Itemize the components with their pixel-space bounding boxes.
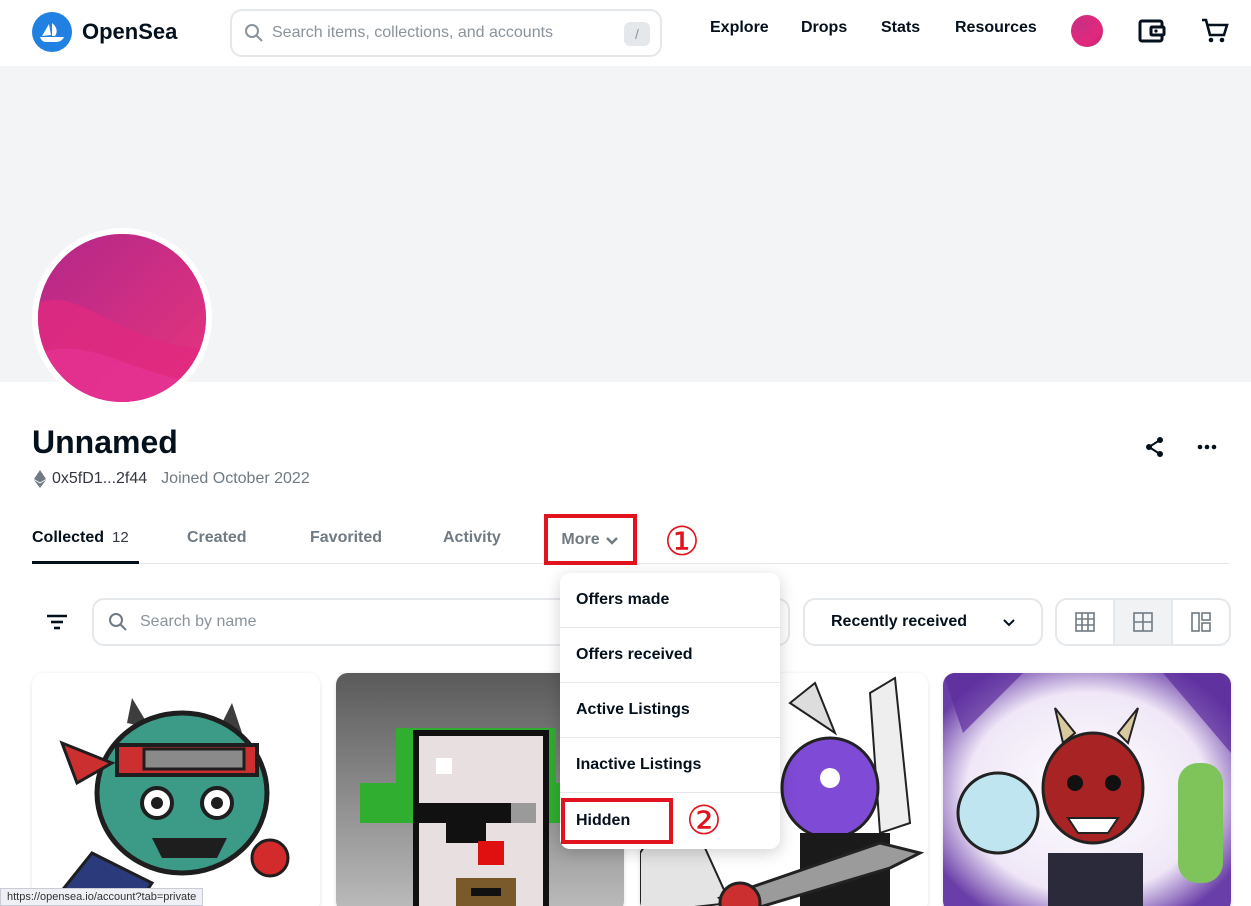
tab-collected-label: Collected: [32, 529, 105, 546]
mosaic-view-button[interactable]: [1173, 600, 1229, 644]
tab-activity[interactable]: Activity: [443, 529, 501, 547]
nft-card[interactable]: [943, 673, 1231, 906]
annotation-step-1: ①: [664, 520, 700, 564]
wallet-address[interactable]: 0x5fD1...2f44: [52, 470, 147, 488]
nft-image-oni-mask: [943, 673, 1231, 906]
grid-large-view-button[interactable]: [1057, 600, 1115, 644]
sort-label: Recently received: [831, 613, 968, 630]
tab-more-label: More: [561, 530, 600, 548]
opensea-logo[interactable]: OpenSea: [32, 12, 177, 52]
profile-name: Unnamed: [32, 424, 178, 460]
grid-medium-view-button[interactable]: [1115, 600, 1173, 644]
wallet-icon[interactable]: [1137, 16, 1167, 46]
menu-item-offers-received[interactable]: Offers received: [560, 628, 780, 683]
browser-status-url: https://opensea.io/account?tab=private: [0, 888, 204, 906]
search-icon: [245, 24, 263, 42]
search-shortcut-key: /: [624, 22, 650, 46]
tab-collected[interactable]: Collected 12: [32, 529, 129, 547]
search-placeholder: Search items, collections, and accounts: [272, 24, 554, 41]
menu-item-inactive-listings[interactable]: Inactive Listings: [560, 738, 780, 793]
annotation-step-2: ②: [686, 799, 722, 843]
nft-card[interactable]: [32, 673, 320, 906]
search-icon: [109, 613, 127, 631]
ethereum-icon: [34, 470, 46, 488]
more-options-icon[interactable]: [1195, 435, 1219, 459]
search-by-name-placeholder: Search by name: [140, 613, 257, 630]
annotation-highlight-hidden: [561, 798, 673, 844]
tab-collected-count: 12: [112, 529, 129, 546]
menu-item-offers-made[interactable]: Offers made: [560, 573, 780, 628]
account-avatar[interactable]: [1071, 15, 1103, 47]
grid-3x3-icon: [1075, 612, 1095, 632]
top-header: OpenSea Search items, collections, and a…: [0, 0, 1251, 66]
tab-created[interactable]: Created: [187, 529, 247, 547]
chevron-down-icon: [1003, 619, 1015, 627]
grid-2x2-icon: [1133, 612, 1153, 632]
menu-item-active-listings[interactable]: Active Listings: [560, 683, 780, 738]
filter-icon[interactable]: [42, 609, 72, 635]
brand-name: OpenSea: [82, 19, 178, 44]
ship-icon: [32, 12, 72, 52]
profile-meta: 0x5fD1...2f44 Joined October 2022: [34, 470, 310, 488]
joined-date: Joined October 2022: [161, 470, 310, 487]
active-tab-indicator: [32, 561, 139, 564]
profile-avatar: [32, 228, 212, 408]
tab-more[interactable]: More: [544, 514, 637, 565]
nav-explore[interactable]: Explore: [710, 19, 769, 37]
nft-image-ninja: [32, 673, 320, 906]
nav-stats[interactable]: Stats: [881, 19, 920, 37]
nav-drops[interactable]: Drops: [801, 19, 847, 37]
sort-select[interactable]: Recently received: [803, 598, 1043, 646]
cart-icon[interactable]: [1200, 16, 1230, 46]
global-search-input[interactable]: Search items, collections, and accounts …: [230, 9, 662, 57]
nav-resources[interactable]: Resources: [955, 19, 1037, 37]
view-toggle-group: [1055, 598, 1231, 646]
chevron-down-icon: [605, 536, 618, 545]
share-icon[interactable]: [1143, 435, 1167, 459]
tab-favorited[interactable]: Favorited: [310, 529, 382, 547]
mosaic-icon: [1191, 612, 1211, 632]
